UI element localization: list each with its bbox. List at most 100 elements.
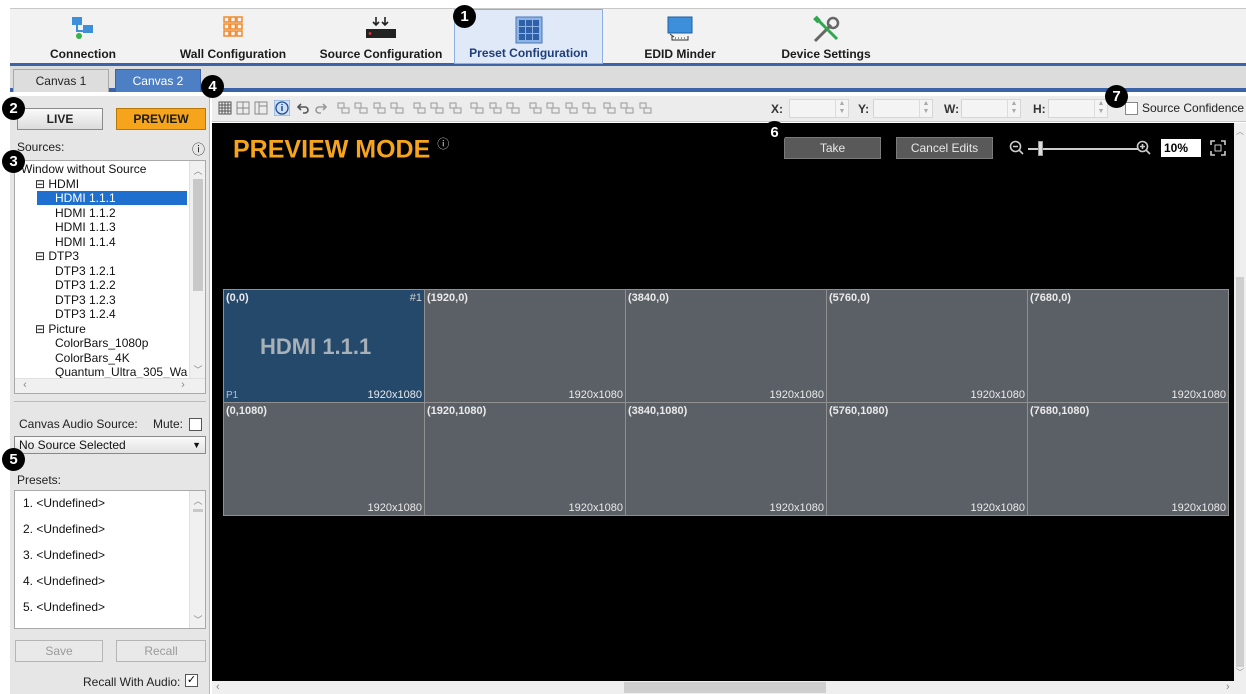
wall-cell[interactable]: (3840,0) 1920x1080: [625, 289, 827, 403]
scroll-up-arrow-icon[interactable]: ︿: [190, 164, 205, 177]
sources-info-icon[interactable]: ⓘ: [192, 139, 205, 158]
bring-forward-icon[interactable]: [372, 101, 386, 115]
tree-item[interactable]: HDMI 1.1.1: [37, 191, 187, 205]
tree-group[interactable]: ⊟ HDMI: [15, 177, 190, 191]
scroll-down-arrow-icon[interactable]: ﹀: [1236, 667, 1244, 678]
source-window[interactable]: (0,0) 1920x1080 #1 HDMI 1.1.1 P1: [223, 289, 425, 403]
coord-input[interactable]: ▲ ▼: [961, 99, 1021, 118]
match-size-icon[interactable]: [602, 101, 616, 115]
workspace-vertical-scrollbar[interactable]: ︿ ﹀: [1234, 123, 1246, 681]
zoom-slider-track[interactable]: [1028, 148, 1138, 150]
center-vertical-icon[interactable]: [564, 101, 578, 115]
tree-item[interactable]: Window without Source: [15, 162, 190, 176]
spinner-icon[interactable]: ▲ ▼: [1094, 100, 1107, 117]
scroll-thumb[interactable]: [193, 509, 203, 512]
tree-item[interactable]: HDMI 1.1.4: [15, 235, 190, 249]
sources-horizontal-scrollbar[interactable]: ‹ ›: [15, 378, 205, 393]
wall-cell[interactable]: (5760,1080) 1920x1080: [826, 402, 1028, 516]
align-top-icon[interactable]: [470, 101, 484, 115]
scroll-down-arrow-icon[interactable]: ﹀: [190, 363, 205, 376]
nav-device-settings[interactable]: Device Settings: [770, 9, 882, 64]
tree-group[interactable]: ⊟ DTP3: [15, 249, 190, 263]
coord-input[interactable]: ▲ ▼: [789, 99, 849, 118]
presets-vertical-scrollbar[interactable]: ︿ ﹀: [189, 491, 205, 628]
coord-input[interactable]: ▲ ▼: [873, 99, 933, 118]
sources-tree[interactable]: Window without Source ⊟ HDMI HDMI 1.1.1 HDM…: [14, 160, 206, 394]
scroll-thumb[interactable]: [1236, 277, 1244, 667]
scroll-left-arrow-icon[interactable]: ‹: [17, 379, 33, 391]
tree-item[interactable]: DTP3 1.2.3: [15, 293, 190, 307]
wall-cell[interactable]: (1920,0) 1920x1080: [424, 289, 626, 403]
spinner-icon[interactable]: ▲ ▼: [835, 100, 848, 117]
align-middle-icon[interactable]: [488, 101, 502, 115]
nav-connection[interactable]: Connection: [47, 9, 119, 64]
tab-canvas-2[interactable]: Canvas 2: [115, 69, 201, 92]
tree-item[interactable]: DTP3 1.2.4: [15, 307, 190, 321]
nav-wall-configuration[interactable]: Wall Configuration: [173, 9, 293, 64]
coord-input[interactable]: ▲ ▼: [1048, 99, 1108, 118]
preset-item[interactable]: 3. <Undefined>: [23, 548, 105, 562]
live-button[interactable]: LIVE: [17, 108, 103, 130]
distribute-vertical-icon[interactable]: [582, 101, 596, 115]
preset-item[interactable]: 4. <Undefined>: [23, 574, 105, 588]
undo-icon[interactable]: [296, 101, 310, 115]
zoom-out-icon[interactable]: [1009, 140, 1025, 156]
align-bottom-icon[interactable]: [506, 101, 520, 115]
preset-item[interactable]: 6. <Undefined>: [23, 626, 105, 628]
wall-cell[interactable]: (1920,1080) 1920x1080: [424, 402, 626, 516]
match-width-icon[interactable]: [620, 101, 634, 115]
recall-button[interactable]: Recall: [116, 640, 206, 662]
wall-cell[interactable]: (0,1080) 1920x1080: [223, 402, 425, 516]
send-to-back-icon[interactable]: [354, 101, 368, 115]
take-button[interactable]: Take: [784, 137, 881, 159]
align-center-icon[interactable]: [430, 101, 444, 115]
recall-with-audio-checkbox[interactable]: ✓: [185, 674, 198, 687]
tree-item[interactable]: DTP3 1.2.1: [15, 264, 190, 278]
align-right-icon[interactable]: [448, 101, 462, 115]
zoom-in-icon[interactable]: [1136, 140, 1152, 156]
scroll-right-arrow-icon[interactable]: ›: [1226, 681, 1230, 693]
mute-checkbox[interactable]: [189, 418, 202, 431]
preview-mode-info-icon[interactable]: ⓘ: [437, 137, 449, 151]
nav-edid-minder[interactable]: EDID Minder: [630, 9, 730, 64]
nav-source-configuration[interactable]: Source Configuration: [310, 9, 452, 64]
tree-item[interactable]: ColorBars_4K: [15, 351, 190, 365]
scroll-down-arrow-icon[interactable]: ﹀: [190, 613, 205, 626]
zoom-slider-thumb[interactable]: [1038, 141, 1043, 156]
distribute-horizontal-icon[interactable]: [528, 101, 542, 115]
scroll-thumb[interactable]: [193, 179, 203, 291]
redo-icon[interactable]: [314, 101, 328, 115]
bring-to-front-icon[interactable]: [336, 101, 350, 115]
spinner-icon[interactable]: ▲ ▼: [919, 100, 932, 117]
source-confidence-checkbox[interactable]: [1125, 102, 1138, 115]
save-button[interactable]: Save: [15, 640, 103, 662]
tree-item[interactable]: DTP3 1.2.2: [15, 278, 190, 292]
fit-to-screen-icon[interactable]: [1210, 140, 1226, 156]
spinner-icon[interactable]: ▲ ▼: [1007, 100, 1020, 117]
preset-item[interactable]: 5. <Undefined>: [23, 600, 105, 614]
grid-icon[interactable]: [218, 101, 232, 115]
tree-item[interactable]: HDMI 1.1.2: [15, 206, 190, 220]
tree-item[interactable]: Quantum_Ultra_305_Wa: [15, 365, 190, 379]
scroll-left-arrow-icon[interactable]: ‹: [216, 681, 220, 693]
zoom-level-field[interactable]: 10%: [1161, 139, 1201, 157]
wall-cell[interactable]: (5760,0) 1920x1080: [826, 289, 1028, 403]
wall-cell[interactable]: (7680,1080) 1920x1080: [1027, 402, 1229, 516]
sources-vertical-scrollbar[interactable]: ︿ ﹀: [189, 161, 205, 379]
layout-grid-icon[interactable]: [236, 101, 250, 115]
preset-item[interactable]: 2. <Undefined>: [23, 522, 105, 536]
wall-cell[interactable]: (3840,1080) 1920x1080: [625, 402, 827, 516]
match-height-icon[interactable]: [638, 101, 652, 115]
scroll-up-arrow-icon[interactable]: ︿: [190, 494, 205, 507]
audio-source-dropdown[interactable]: No Source Selected ▼: [14, 436, 206, 454]
tree-item[interactable]: ColorBars_1080p: [15, 336, 190, 350]
tab-canvas-1[interactable]: Canvas 1: [13, 69, 109, 92]
scroll-thumb[interactable]: [624, 682, 826, 693]
tree-item[interactable]: HDMI 1.1.3: [15, 220, 190, 234]
tree-group[interactable]: ⊟ Picture: [15, 322, 190, 336]
nav-preset-configuration[interactable]: Preset Configuration: [454, 9, 603, 64]
workspace-horizontal-scrollbar[interactable]: ‹ ›: [212, 681, 1246, 694]
align-left-icon[interactable]: [412, 101, 426, 115]
send-backward-icon[interactable]: [390, 101, 404, 115]
scroll-up-arrow-icon[interactable]: ︿: [1236, 126, 1244, 137]
